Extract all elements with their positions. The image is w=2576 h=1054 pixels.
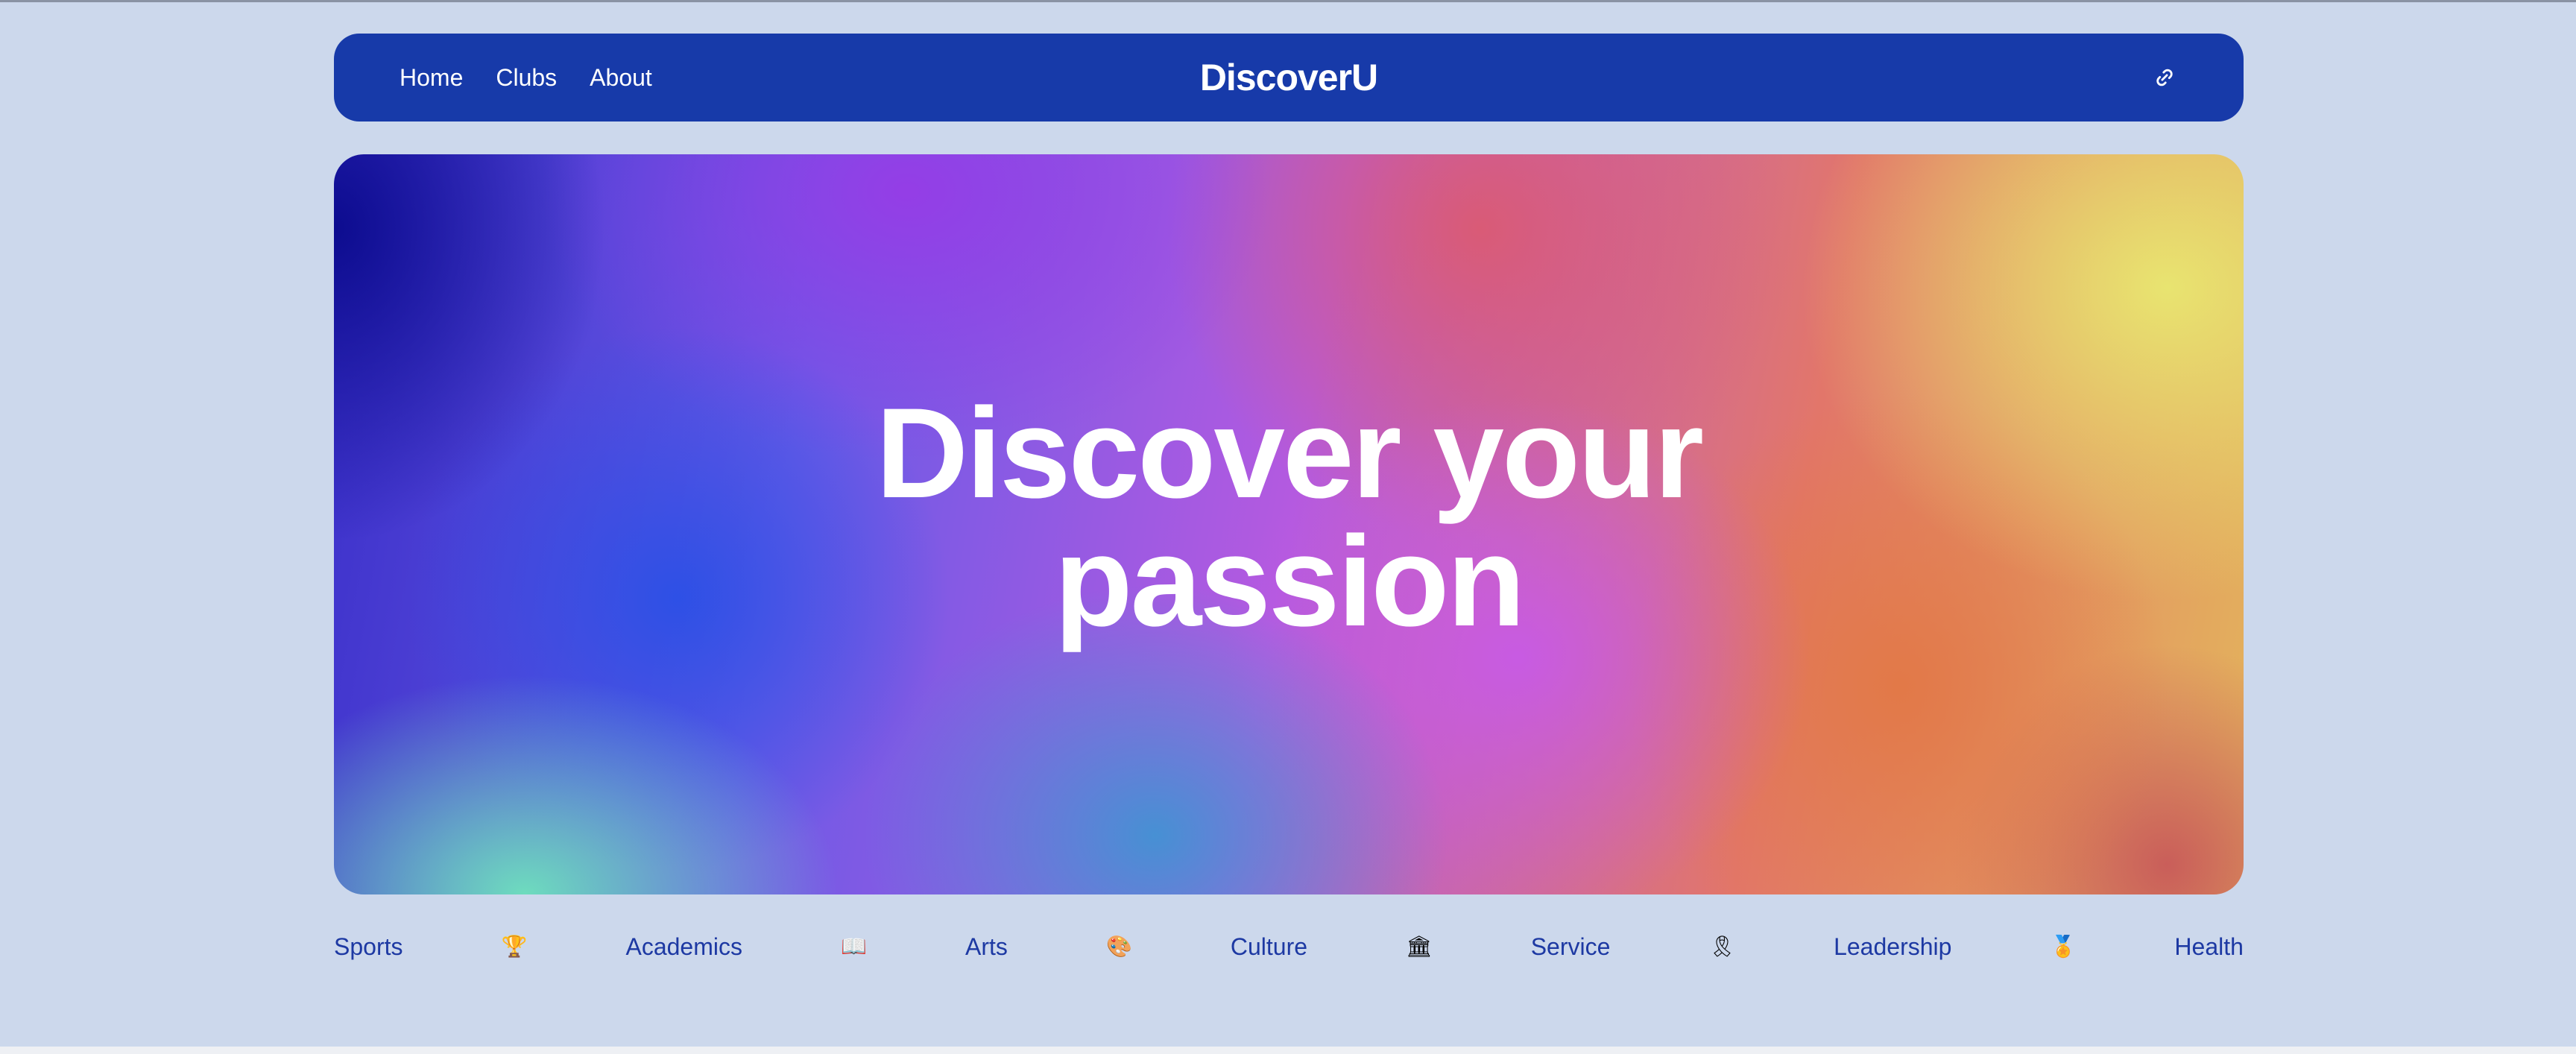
nav-link-clubs[interactable]: Clubs (496, 64, 557, 92)
category-health[interactable]: Health (2174, 933, 2244, 961)
bottom-edge (0, 1047, 2576, 1054)
building-icon: 🏛 (1406, 934, 1433, 959)
category-bar: Sports 🏆 Academics 📖 Arts 🎨 Culture 🏛 Se… (334, 930, 2244, 963)
category-service[interactable]: Service (1531, 933, 1611, 961)
hero-title: Discover your passion (334, 389, 2244, 646)
open-book-icon: 📖 (841, 934, 867, 959)
category-academics[interactable]: Academics (625, 933, 742, 961)
hero-title-line-1: Discover your (875, 382, 1704, 525)
hero-title-line-2: passion (1054, 510, 1526, 653)
trophy-icon: 🏆 (501, 934, 528, 959)
category-sports[interactable]: Sports (334, 933, 402, 961)
top-window-edge (0, 0, 2576, 2)
nav-links: Home Clubs About (400, 34, 652, 122)
nav-link-home[interactable]: Home (400, 64, 463, 92)
hero-banner: Discover your passion (334, 154, 2244, 894)
category-culture[interactable]: Culture (1231, 933, 1307, 961)
ribbon-icon: 🎗 (1708, 934, 1736, 959)
nav-link-about[interactable]: About (590, 64, 652, 92)
medal-icon: 🏅 (2050, 934, 2077, 959)
category-arts[interactable]: Arts (965, 933, 1008, 961)
palette-icon: 🎨 (1105, 934, 1132, 959)
share-link-button[interactable] (2150, 63, 2179, 92)
top-navbar: Home Clubs About DiscoverU (334, 34, 2244, 122)
category-leadership[interactable]: Leadership (1834, 933, 1951, 961)
link-icon (2156, 69, 2173, 86)
